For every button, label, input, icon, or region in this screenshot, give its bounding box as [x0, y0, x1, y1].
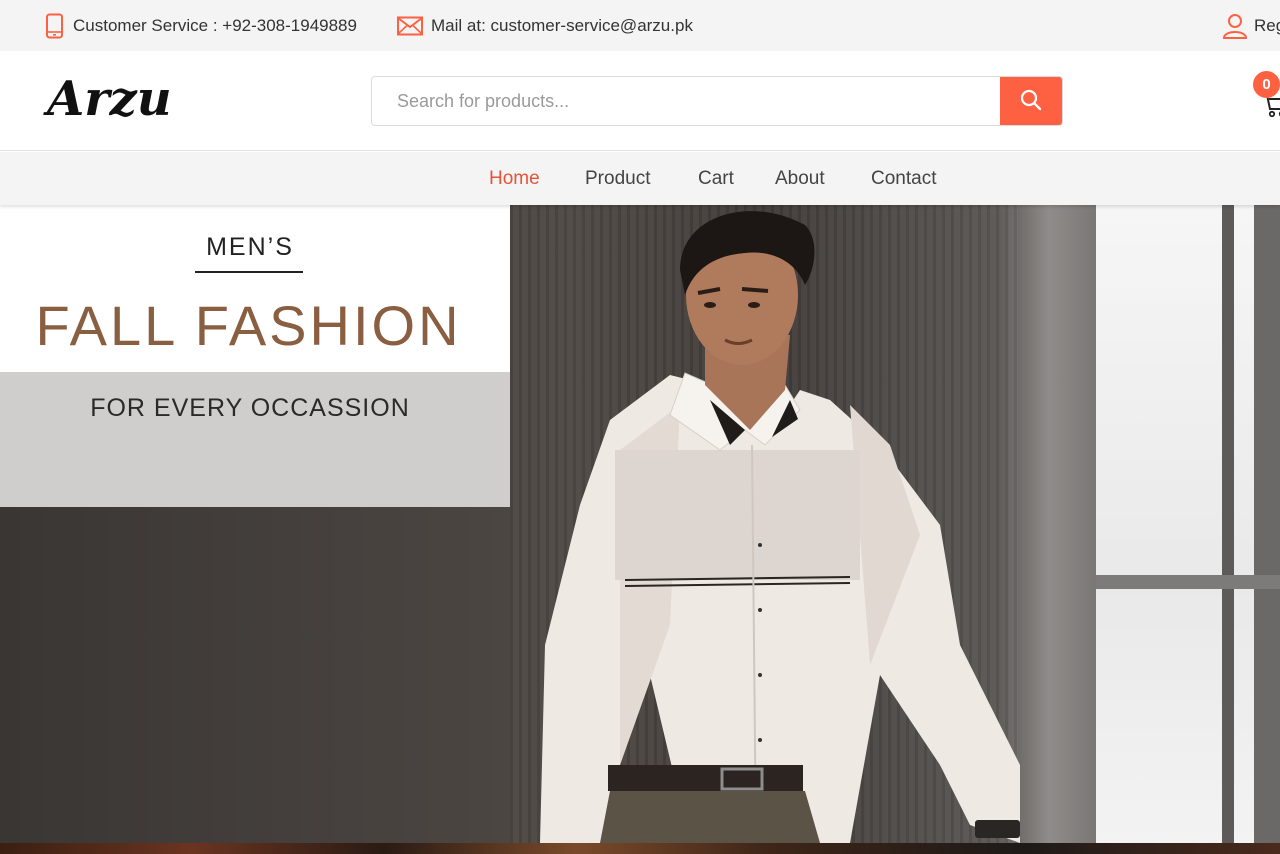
promo-underline: [195, 271, 303, 273]
main-nav: Home Product Cart About Contact: [0, 152, 1280, 205]
promo-subline: FOR EVERY OCCASSION: [90, 394, 410, 422]
register-link[interactable]: Reg: [1222, 0, 1280, 51]
search-bar: [371, 76, 1063, 126]
promo-headline: FALL FASHION: [35, 294, 462, 357]
site-logo[interactable]: Arzu: [47, 69, 172, 129]
hero-background-pillar: [1018, 205, 1096, 843]
user-icon: [1222, 13, 1248, 39]
site-header: Arzu 0: [0, 51, 1280, 151]
hero-model-image: [540, 211, 1020, 843]
mail-text: Mail at: customer-service@arzu.pk: [431, 15, 693, 35]
promo-card-top: MEN’S FALL FASHION: [0, 205, 510, 372]
cart-button[interactable]: 0: [1253, 71, 1280, 121]
promo-kicker: MEN’S: [206, 233, 294, 261]
nav-about[interactable]: About: [775, 152, 825, 205]
search-icon: [1020, 89, 1042, 114]
promo-card-bottom: FOR EVERY OCCASSION: [0, 372, 510, 507]
nav-product[interactable]: Product: [585, 152, 650, 205]
hero-background-window: [1096, 205, 1280, 843]
customer-service-text: Customer Service : +92-308-1949889: [73, 15, 357, 35]
mail-info[interactable]: Mail at: customer-service@arzu.pk: [397, 0, 693, 51]
mobile-phone-icon: [45, 13, 65, 39]
window-frame: [1254, 205, 1280, 843]
nav-cart[interactable]: Cart: [698, 152, 734, 205]
customer-service-info: Customer Service : +92-308-1949889: [45, 0, 357, 51]
search-button[interactable]: [1000, 77, 1062, 125]
hero-banner[interactable]: MEN’S FALL FASHION FOR EVERY OCCASSION: [0, 205, 1280, 843]
register-text: Reg: [1254, 15, 1280, 35]
envelope-icon: [397, 16, 423, 36]
nav-contact[interactable]: Contact: [871, 152, 936, 205]
window-frame: [1222, 205, 1234, 843]
top-info-bar: Customer Service : +92-308-1949889 Mail …: [0, 0, 1280, 51]
window-frame: [1096, 575, 1280, 589]
next-banner-edge: [0, 843, 1280, 854]
nav-home[interactable]: Home: [489, 152, 540, 205]
search-input[interactable]: [372, 77, 1002, 125]
cart-count-badge: 0: [1253, 71, 1280, 98]
